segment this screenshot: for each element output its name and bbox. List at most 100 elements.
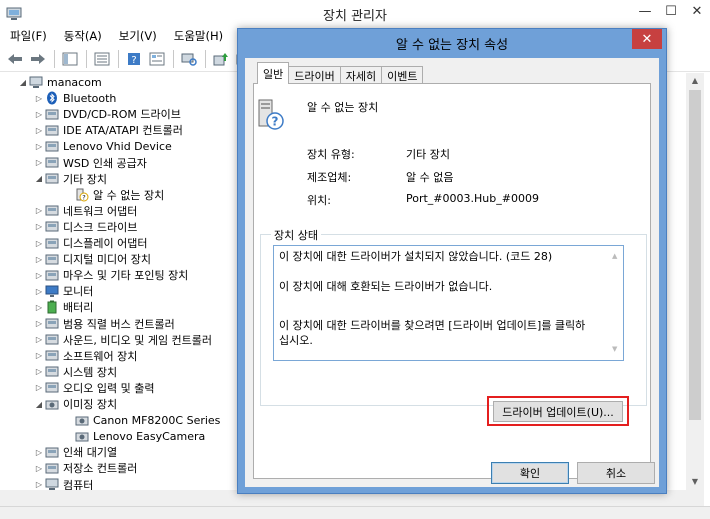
show-hide-tree-icon[interactable]: [61, 50, 79, 68]
expand-icon[interactable]: ▷: [33, 222, 45, 231]
tree-item[interactable]: ▷ 오디오 입력 및 출력: [33, 380, 155, 396]
tree-item[interactable]: ▷ 디스크 드라이브: [33, 219, 137, 235]
minimize-button[interactable]: —: [632, 0, 658, 22]
menu-help[interactable]: 도움말(H): [164, 26, 230, 46]
expand-icon[interactable]: ▷: [33, 271, 45, 280]
expand-icon[interactable]: ▷: [33, 142, 45, 151]
tree-item[interactable]: ▷ 디스플레이 어댑터: [33, 235, 148, 251]
maximize-button[interactable]: ☐: [658, 0, 684, 22]
device-status-textbox[interactable]: 이 장치에 대한 드라이버가 설치되지 않았습니다. (코드 28) 이 장치에…: [273, 245, 624, 361]
back-icon[interactable]: [6, 50, 24, 68]
media-device-icon: [45, 252, 59, 266]
expand-icon[interactable]: ▷: [33, 110, 45, 119]
device-status-title: 장치 상태: [271, 227, 321, 243]
expand-icon[interactable]: ▷: [33, 480, 45, 489]
expand-icon[interactable]: ▷: [33, 239, 45, 248]
expand-icon[interactable]: ▷: [33, 206, 45, 215]
tab-events[interactable]: 이벤트: [381, 66, 424, 84]
collapse-icon[interactable]: ◢: [33, 174, 45, 183]
menu-file[interactable]: 파일(F): [0, 26, 54, 46]
menu-action[interactable]: 동작(A): [54, 26, 109, 46]
tree-item-label: IDE ATA/ATAPI 컨트롤러: [63, 124, 183, 138]
collapse-icon[interactable]: ◢: [17, 78, 29, 87]
title-bar[interactable]: 장치 관리자 — ☐ ✕: [0, 0, 710, 26]
scroll-thumb[interactable]: [689, 90, 701, 420]
tree-item[interactable]: ▷ WSD 인쇄 공급자: [33, 155, 147, 171]
tree-item[interactable]: ▷ Bluetooth: [33, 90, 116, 106]
tree-item[interactable]: ◢ 이미징 장치: [33, 396, 117, 412]
collapse-icon[interactable]: ◢: [33, 400, 45, 409]
tree-item[interactable]: ▷ 디지털 미디어 장치: [33, 251, 151, 267]
expand-icon[interactable]: ▷: [33, 287, 45, 296]
tree-item[interactable]: ◢ 기타 장치: [33, 171, 107, 187]
status-bar: [0, 506, 710, 519]
tree-item[interactable]: ▷ 인쇄 대기열: [33, 444, 117, 460]
tree-item[interactable]: ▷ 네트워크 어댑터: [33, 203, 137, 219]
cancel-button[interactable]: 취소: [577, 462, 655, 484]
tree-item-label: Lenovo Vhid Device: [63, 139, 172, 153]
update-driver-button[interactable]: 드라이버 업데이트(U)...: [493, 401, 623, 422]
expand-icon[interactable]: ▷: [33, 464, 45, 473]
tree-item[interactable]: ▷ 범용 직렬 버스 컨트롤러: [33, 316, 175, 332]
list-view-icon[interactable]: [93, 50, 111, 68]
status-scrollbar[interactable]: ▲ ▼: [609, 246, 623, 360]
tree-item[interactable]: ▷ 저장소 컨트롤러: [33, 460, 137, 476]
tree-item-label: Bluetooth: [63, 91, 117, 105]
help-icon[interactable]: ?: [125, 50, 143, 68]
status-line: 십시오.: [279, 334, 313, 347]
expand-icon[interactable]: ▷: [33, 383, 45, 392]
tree-item[interactable]: ▷ IDE ATA/ATAPI 컨트롤러: [33, 122, 183, 138]
expand-icon[interactable]: ▷: [33, 335, 45, 344]
vertical-scrollbar[interactable]: ▲ ▼: [686, 73, 704, 490]
status-scroll-down-icon[interactable]: ▼: [612, 342, 617, 357]
tree-item[interactable]: Lenovo EasyCamera: [63, 428, 205, 444]
tree-item[interactable]: ▷ 소프트웨어 장치: [33, 348, 137, 364]
expand-icon[interactable]: ▷: [33, 255, 45, 264]
camera-icon: [75, 413, 89, 427]
expand-icon[interactable]: ▷: [33, 94, 45, 103]
tree-item[interactable]: ▷ DVD/CD-ROM 드라이브: [33, 106, 181, 122]
tree-item[interactable]: ▷ 배터리: [33, 299, 93, 315]
tree-item-label: DVD/CD-ROM 드라이브: [63, 108, 181, 122]
expand-icon[interactable]: ▷: [33, 303, 45, 312]
expand-icon[interactable]: ▷: [33, 351, 45, 360]
tree-item[interactable]: Canon MF8200C Series: [63, 412, 220, 428]
tree-item[interactable]: ▷ Lenovo Vhid Device: [33, 138, 172, 154]
usb-icon: [45, 317, 59, 331]
tree-item[interactable]: ▷ 마우스 및 기타 포인팅 장치: [33, 267, 188, 283]
tab-details[interactable]: 자세히: [339, 66, 383, 84]
tree-item[interactable]: ▷ 컴퓨터: [33, 477, 94, 491]
update-driver-icon[interactable]: [212, 50, 230, 68]
tab-driver[interactable]: 드라이버: [288, 66, 341, 84]
tree-item[interactable]: ◢ manacom: [17, 74, 102, 90]
display-adapter-icon: [45, 236, 59, 250]
tree-item-label: 컴퓨터: [63, 478, 94, 491]
device-icon: [45, 139, 59, 153]
tree-item[interactable]: ▷ 시스템 장치: [33, 364, 117, 380]
tree-item-label: 시스템 장치: [63, 365, 118, 379]
menu-view[interactable]: 보기(V): [109, 26, 164, 46]
dialog-close-button[interactable]: ✕: [632, 29, 662, 49]
scroll-down-icon[interactable]: ▼: [686, 474, 704, 490]
tree-item-label: WSD 인쇄 공급자: [63, 156, 147, 170]
expand-icon[interactable]: ▷: [33, 448, 45, 457]
forward-icon[interactable]: [29, 50, 47, 68]
printer-icon: [45, 156, 59, 170]
properties-icon[interactable]: [148, 50, 166, 68]
tree-item[interactable]: ? 알 수 없는 장치: [63, 187, 164, 203]
expand-icon[interactable]: ▷: [33, 126, 45, 135]
scan-hardware-icon[interactable]: [180, 50, 198, 68]
dialog-title-bar[interactable]: 알 수 없는 장치 속성 ✕: [238, 29, 666, 54]
tab-general[interactable]: 일반: [257, 62, 290, 84]
tree-item-label: Canon MF8200C Series: [93, 413, 221, 427]
tree-item[interactable]: ▷ 사운드, 비디오 및 게임 컨트롤러: [33, 332, 212, 348]
status-scroll-up-icon[interactable]: ▲: [612, 249, 617, 264]
window-close-button[interactable]: ✕: [684, 0, 710, 22]
expand-icon[interactable]: ▷: [33, 367, 45, 376]
expand-icon[interactable]: ▷: [33, 158, 45, 167]
tree-item[interactable]: ▷ 모니터: [33, 283, 93, 299]
scroll-up-icon[interactable]: ▲: [686, 73, 704, 89]
system-device-icon: [45, 365, 59, 379]
expand-icon[interactable]: ▷: [33, 319, 45, 328]
ok-button[interactable]: 확인: [491, 462, 569, 484]
